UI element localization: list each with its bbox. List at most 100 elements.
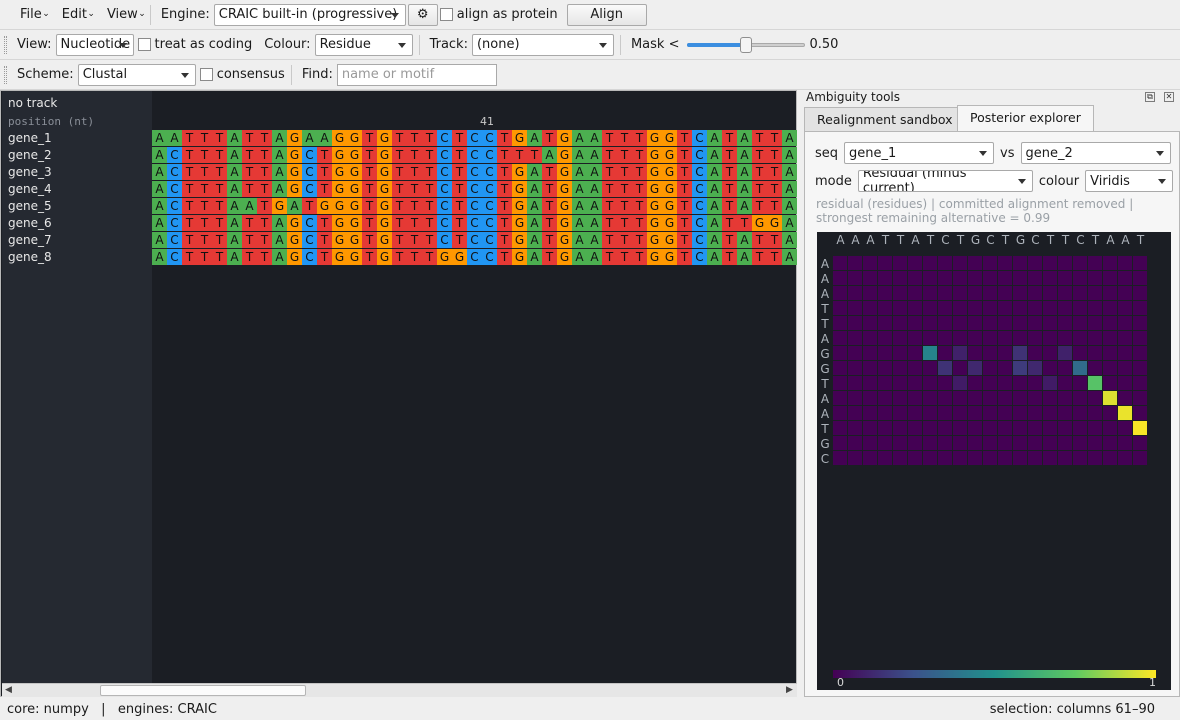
residue-cell[interactable]: A bbox=[152, 181, 167, 197]
heatmap-cell[interactable] bbox=[998, 271, 1012, 285]
residue-cell[interactable]: C bbox=[482, 130, 497, 146]
heatmap-cell[interactable] bbox=[1088, 346, 1102, 360]
colour-select[interactable]: Residue bbox=[314, 33, 413, 56]
residue-cell[interactable]: G bbox=[662, 198, 677, 214]
residue-cell[interactable]: G bbox=[512, 181, 527, 197]
residue-cell[interactable]: T bbox=[317, 147, 332, 163]
heatmap-cell[interactable] bbox=[1088, 316, 1102, 330]
residue-cell[interactable]: T bbox=[362, 215, 377, 231]
residue-cell[interactable]: A bbox=[737, 130, 752, 146]
alignment-grid[interactable]: 41 AATTTATTAGAAGGTGTTTCTCCTGATGAATTTGGTC… bbox=[152, 91, 797, 683]
residue-cell[interactable]: G bbox=[557, 215, 572, 231]
residue-cell[interactable]: A bbox=[737, 181, 752, 197]
mode-select[interactable]: Residual (minus current) bbox=[857, 170, 1033, 192]
heatmap-cell[interactable] bbox=[1028, 436, 1042, 450]
residue-cell[interactable]: C bbox=[437, 164, 452, 180]
heatmap-cell[interactable] bbox=[1013, 376, 1027, 390]
residue-cell[interactable]: T bbox=[617, 198, 632, 214]
residue-cell[interactable]: A bbox=[587, 130, 602, 146]
residue-cell[interactable]: G bbox=[662, 147, 677, 163]
residue-cell[interactable]: G bbox=[332, 232, 347, 248]
heatmap-cell[interactable] bbox=[848, 376, 862, 390]
residue-cell[interactable]: T bbox=[407, 130, 422, 146]
menu-edit[interactable]: Edit bbox=[62, 7, 95, 22]
heatmap-cell[interactable] bbox=[953, 361, 967, 375]
heatmap-cell[interactable] bbox=[1043, 331, 1057, 345]
consensus-checkbox[interactable] bbox=[199, 68, 213, 81]
residue-cell[interactable]: T bbox=[197, 198, 212, 214]
residue-cell[interactable]: C bbox=[302, 147, 317, 163]
heatmap-cell[interactable] bbox=[893, 376, 907, 390]
heatmap-cell[interactable] bbox=[833, 286, 847, 300]
heatmap-cell[interactable] bbox=[968, 391, 982, 405]
heatmap-cell[interactable] bbox=[1073, 316, 1087, 330]
heatmap-cell[interactable] bbox=[1043, 421, 1057, 435]
scroll-left-icon[interactable]: ◀ bbox=[5, 685, 12, 695]
residue-cell[interactable]: A bbox=[587, 198, 602, 214]
residue-cell[interactable]: T bbox=[752, 198, 767, 214]
residue-cell[interactable]: T bbox=[677, 232, 692, 248]
residue-cell[interactable]: T bbox=[452, 232, 467, 248]
residue-cell[interactable]: T bbox=[452, 215, 467, 231]
heatmap-cell[interactable] bbox=[1103, 256, 1117, 270]
heatmap-cell[interactable] bbox=[938, 421, 952, 435]
residue-cell[interactable]: T bbox=[407, 198, 422, 214]
residue-cell[interactable]: T bbox=[392, 164, 407, 180]
heatmap-cell[interactable] bbox=[863, 256, 877, 270]
residue-cell[interactable]: T bbox=[602, 198, 617, 214]
heatmap-cell[interactable] bbox=[938, 451, 952, 465]
residue-cell[interactable]: T bbox=[722, 198, 737, 214]
residue-cell[interactable]: G bbox=[347, 130, 362, 146]
residue-cell[interactable]: C bbox=[692, 249, 707, 265]
heatmap-cell[interactable] bbox=[1028, 346, 1042, 360]
heatmap-cell[interactable] bbox=[983, 256, 997, 270]
residue-cell[interactable]: C bbox=[692, 198, 707, 214]
residue-cell[interactable]: A bbox=[242, 198, 257, 214]
residue-cell[interactable]: C bbox=[437, 181, 452, 197]
heatmap-cell[interactable] bbox=[908, 346, 922, 360]
residue-cell[interactable]: T bbox=[422, 215, 437, 231]
residue-cell[interactable]: A bbox=[227, 164, 242, 180]
heatmap-cell[interactable] bbox=[863, 406, 877, 420]
residue-cell[interactable]: A bbox=[707, 249, 722, 265]
heatmap-cell[interactable] bbox=[938, 301, 952, 315]
residue-cell[interactable]: T bbox=[497, 249, 512, 265]
residue-cell[interactable]: C bbox=[302, 181, 317, 197]
residue-cell[interactable]: T bbox=[362, 198, 377, 214]
heatmap-cell[interactable] bbox=[983, 376, 997, 390]
residue-cell[interactable]: T bbox=[182, 164, 197, 180]
heatmap-cell[interactable] bbox=[998, 286, 1012, 300]
residue-cell[interactable]: A bbox=[227, 147, 242, 163]
heatmap-cell[interactable] bbox=[1043, 346, 1057, 360]
residue-cell[interactable]: T bbox=[257, 164, 272, 180]
heatmap-cell[interactable] bbox=[998, 256, 1012, 270]
residue-cell[interactable]: C bbox=[167, 198, 182, 214]
heatmap-cell[interactable] bbox=[923, 271, 937, 285]
residue-cell[interactable]: G bbox=[287, 147, 302, 163]
heatmap-cell[interactable] bbox=[1103, 331, 1117, 345]
heatmap-cell[interactable] bbox=[1103, 376, 1117, 390]
residue-cell[interactable]: G bbox=[512, 164, 527, 180]
heatmap-cell[interactable] bbox=[998, 406, 1012, 420]
residue-cell[interactable]: T bbox=[542, 181, 557, 197]
heatmap-cell[interactable] bbox=[1073, 436, 1087, 450]
heatmap-cell[interactable] bbox=[833, 271, 847, 285]
heatmap-cell[interactable] bbox=[1013, 406, 1027, 420]
residue-cell[interactable]: A bbox=[737, 198, 752, 214]
residue-cell[interactable]: A bbox=[587, 249, 602, 265]
residue-cell[interactable]: A bbox=[152, 164, 167, 180]
residue-cell[interactable]: T bbox=[182, 130, 197, 146]
seq-select[interactable]: gene_1 bbox=[844, 142, 995, 164]
heatmap-cell[interactable] bbox=[1058, 301, 1072, 315]
heatmap-cell[interactable] bbox=[1028, 271, 1042, 285]
heatmap-cell[interactable] bbox=[878, 361, 892, 375]
heatmap-cell[interactable] bbox=[1073, 331, 1087, 345]
heatmap-cell[interactable] bbox=[983, 421, 997, 435]
residue-cell[interactable]: G bbox=[662, 130, 677, 146]
heatmap-cell[interactable] bbox=[1043, 301, 1057, 315]
residue-cell[interactable]: T bbox=[242, 215, 257, 231]
residue-cell[interactable]: G bbox=[512, 249, 527, 265]
residue-cell[interactable]: T bbox=[182, 147, 197, 163]
heatmap-cell[interactable] bbox=[878, 346, 892, 360]
heatmap-cell[interactable] bbox=[878, 421, 892, 435]
